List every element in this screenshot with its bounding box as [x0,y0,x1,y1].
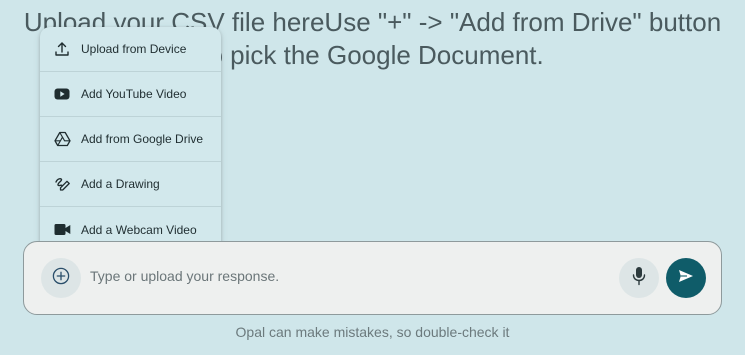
upload-icon [53,40,71,58]
menu-item-add-a-drawing[interactable]: Add a Drawing [40,162,221,207]
drawing-icon [53,175,71,193]
menu-item-add-from-google-drive[interactable]: Add from Google Drive [40,117,221,162]
attach-menu: Upload from Device Add YouTube Video Add… [40,27,221,251]
menu-item-label: Add YouTube Video [81,87,187,101]
menu-item-label: Add a Webcam Video [81,222,197,237]
microphone-icon [632,266,646,291]
response-input[interactable] [90,268,590,284]
menu-item-label: Upload from Device [81,42,187,56]
menu-item-label: Add from Google Drive [81,132,204,146]
webcam-icon [53,221,71,239]
send-button[interactable] [666,258,706,298]
youtube-icon [53,85,71,103]
disclaimer-text: Opal can make mistakes, so double-check … [235,324,510,340]
menu-item-add-youtube-video[interactable]: Add YouTube Video [40,72,221,117]
google-drive-icon [53,130,71,148]
add-circle-icon [52,267,70,290]
microphone-button[interactable] [619,258,659,298]
message-composer [23,241,722,315]
menu-item-label: Add a Drawing [81,177,160,191]
send-icon [678,269,694,288]
add-attachment-button[interactable] [41,258,81,298]
menu-item-upload-from-device[interactable]: Upload from Device [40,27,221,72]
